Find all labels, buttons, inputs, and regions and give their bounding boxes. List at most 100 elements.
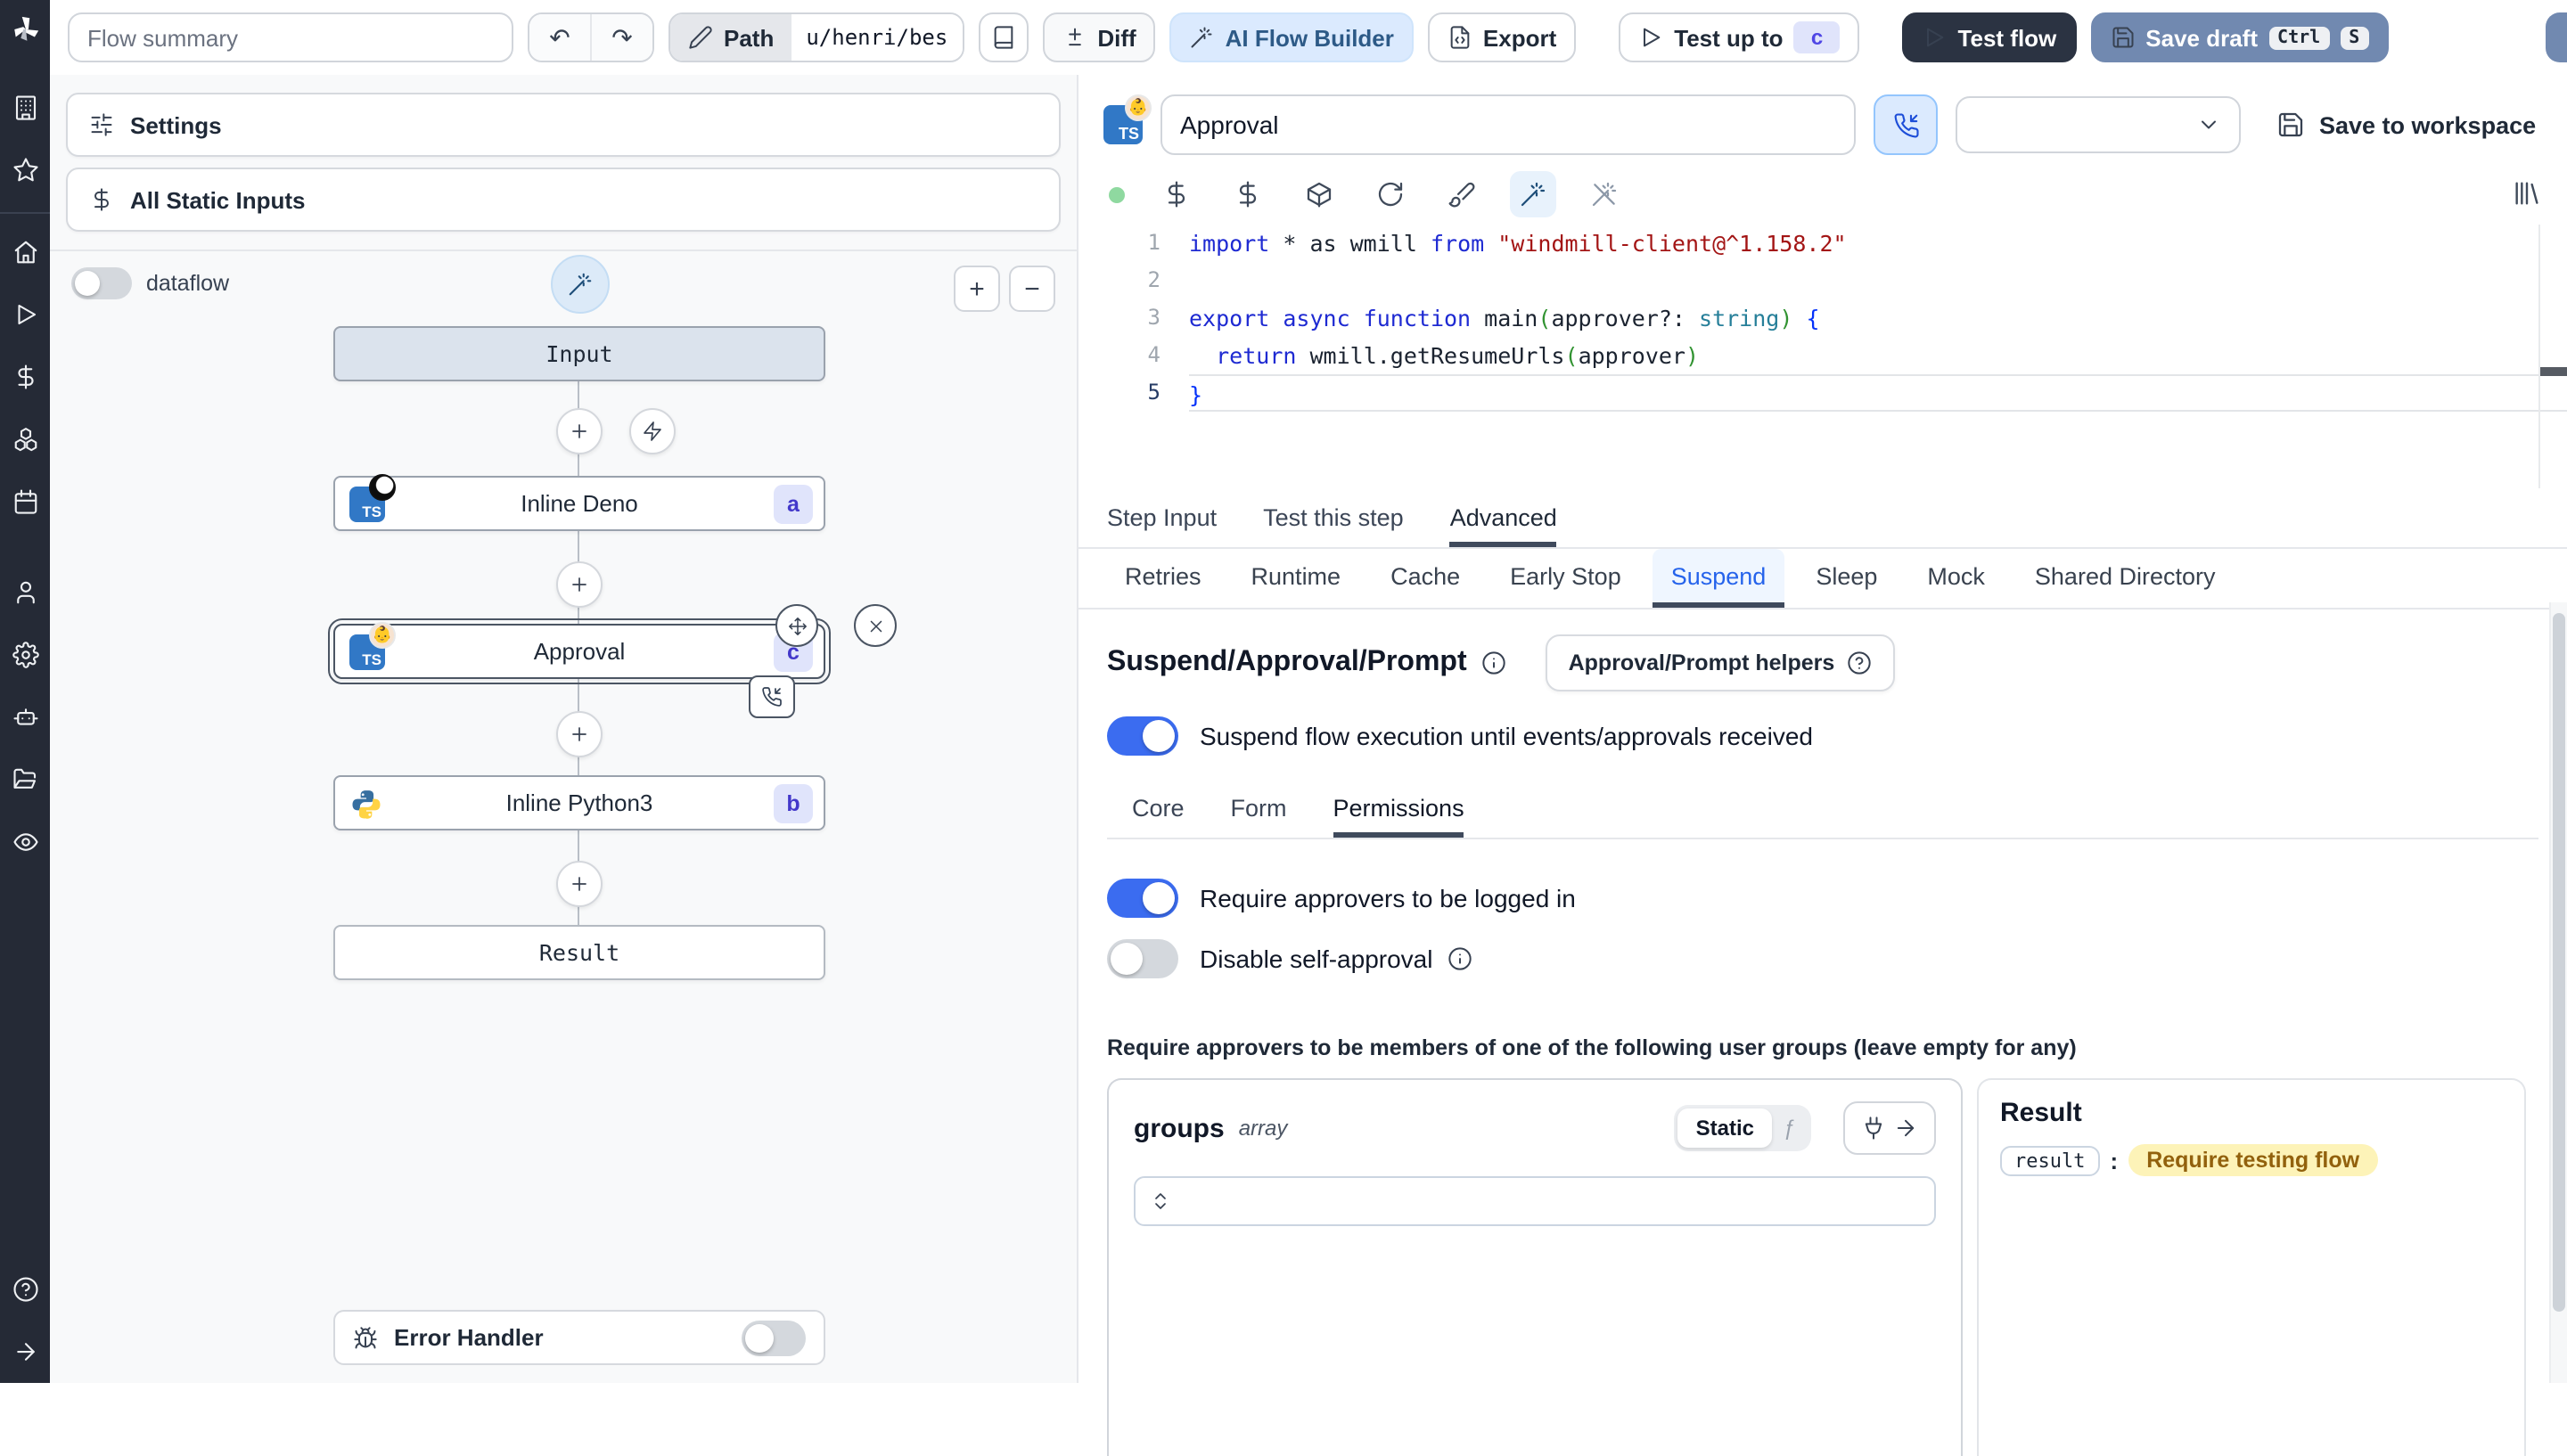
approval-phone-incoming-badge[interactable] [749, 675, 795, 718]
tab-suspend[interactable]: Suspend [1653, 549, 1784, 608]
tab-form[interactable]: Form [1231, 784, 1287, 838]
connect-input-button[interactable] [1843, 1101, 1936, 1155]
tab-core[interactable]: Core [1132, 784, 1185, 838]
undo-button[interactable]: ↶ [529, 14, 590, 61]
ai-wand-off-icon[interactable] [1590, 180, 1619, 209]
typescript-icon: TS 👶 [1103, 94, 1152, 144]
require-login-toggle[interactable] [1107, 879, 1178, 918]
zoom-out-button[interactable]: − [1009, 266, 1055, 312]
save-icon [2110, 25, 2135, 50]
result-key-pill[interactable]: result [2000, 1145, 2100, 1175]
approval-mode-phone-button[interactable] [1874, 94, 1938, 155]
users-person-icon[interactable] [12, 579, 38, 606]
static-option[interactable]: Static [1677, 1108, 1772, 1148]
redo-button[interactable]: ↷ [590, 14, 652, 61]
test-up-to-button[interactable]: Test up to c [1619, 12, 1860, 62]
windmill-logo-icon[interactable] [10, 14, 40, 45]
settings-gear-icon[interactable] [12, 642, 38, 668]
result-node[interactable]: Result [333, 925, 825, 980]
panel-scrollbar-thumb[interactable] [2553, 613, 2565, 1312]
ai-flow-builder-button[interactable]: AI Flow Builder [1169, 12, 1414, 62]
code-line[interactable]: 1 import * as wmill from "windmill-client… [1078, 225, 2567, 262]
add-step-button[interactable] [556, 561, 603, 608]
code-line[interactable]: 5} [1078, 374, 2567, 412]
add-trigger-button[interactable] [629, 408, 676, 454]
package-icon[interactable] [1305, 180, 1333, 209]
code-line[interactable]: 3 export async function main(approver?: s… [1078, 299, 2567, 337]
add-step-button[interactable] [556, 408, 603, 454]
ai-wand-button[interactable] [551, 255, 610, 314]
format-paintbrush-icon[interactable] [1448, 180, 1476, 209]
python-step-node[interactable]: Inline Python3 b [333, 775, 825, 830]
resources-cubes-icon[interactable] [12, 426, 38, 453]
add-variable-dollar-icon[interactable] [1162, 180, 1191, 209]
favorites-star-icon[interactable] [12, 157, 38, 184]
tab-test-this-step[interactable]: Test this step [1263, 492, 1404, 547]
tab-sleep[interactable]: Sleep [1798, 549, 1895, 608]
all-static-inputs-button[interactable]: All Static Inputs [66, 168, 1061, 232]
tab-advanced[interactable]: Advanced [1449, 492, 1557, 547]
test-flow-button[interactable]: Test flow [1902, 12, 2077, 62]
script-version-select[interactable] [1956, 96, 2241, 153]
info-icon[interactable] [1481, 650, 1506, 675]
tab-shared-directory[interactable]: Shared Directory [2017, 549, 2234, 608]
tab-early-stop[interactable]: Early Stop [1492, 549, 1639, 608]
suspend-toggle[interactable] [1107, 716, 1178, 756]
workers-robot-icon[interactable] [12, 704, 38, 731]
tab-permissions[interactable]: Permissions [1333, 784, 1464, 838]
runs-play-icon[interactable] [12, 301, 38, 328]
variables-dollar-icon[interactable] [12, 364, 38, 390]
error-handler-toggle[interactable] [742, 1320, 806, 1355]
code-editor[interactable]: 1 import * as wmill from "windmill-client… [1078, 225, 2567, 492]
help-icon[interactable] [12, 1276, 38, 1303]
editor-scrollbar-thumb[interactable] [2540, 367, 2567, 376]
groups-field-name: groups [1134, 1113, 1225, 1143]
workspace-building-icon[interactable] [12, 94, 38, 121]
error-handler-card[interactable]: Error Handler [333, 1310, 825, 1365]
flow-summary-input[interactable] [68, 12, 513, 62]
add-step-button[interactable] [556, 861, 603, 907]
docs-book-button[interactable] [978, 12, 1029, 62]
step-title-input[interactable] [1160, 94, 1856, 155]
info-icon[interactable] [1447, 946, 1472, 971]
tab-step-input[interactable]: Step Input [1107, 492, 1217, 547]
typescript-icon: TS [349, 474, 396, 522]
dataflow-toggle[interactable] [71, 267, 132, 299]
graph-canvas[interactable]: dataflow + − Input TS Inline Deno a TS 👶… [50, 249, 1077, 1383]
tab-mock[interactable]: Mock [1909, 549, 2003, 608]
save-draft-button[interactable]: Save draft Ctrl S [2090, 12, 2389, 62]
deploy-button-partial[interactable] [2546, 12, 2567, 62]
home-icon[interactable] [12, 239, 38, 266]
flow-settings-button[interactable]: Settings [66, 93, 1061, 157]
export-button[interactable]: Export [1427, 12, 1577, 62]
ai-assist-wand-icon[interactable] [1510, 171, 1556, 217]
code-line[interactable]: 2 [1078, 262, 2567, 299]
approval-step-node-selected[interactable]: TS 👶 Approval c [328, 618, 831, 684]
path-control[interactable]: Path u/henri/bes [668, 12, 964, 62]
tab-retries[interactable]: Retries [1107, 549, 1219, 608]
zoom-in-button[interactable]: + [954, 266, 1000, 312]
library-icon[interactable] [2512, 178, 2542, 209]
diff-button[interactable]: Diff [1042, 12, 1156, 62]
panel-scrollbar[interactable] [2549, 602, 2567, 1383]
disable-self-approval-toggle[interactable] [1107, 939, 1178, 978]
result-value-badge: Require testing flow [2128, 1144, 2378, 1176]
save-to-workspace-button[interactable]: Save to workspace [2276, 110, 2536, 139]
function-option-icon[interactable]: ƒ [1772, 1116, 1808, 1141]
add-resource-dollar-icon[interactable] [1234, 180, 1262, 209]
reload-icon[interactable] [1376, 180, 1405, 209]
folders-folder-icon[interactable] [12, 766, 38, 793]
expand-sidebar-arrow-icon[interactable] [12, 1338, 38, 1365]
add-step-button[interactable] [556, 711, 603, 757]
approval-prompt-helpers-button[interactable]: Approval/Prompt helpers [1545, 634, 1896, 691]
move-node-button[interactable] [775, 604, 818, 647]
code-line[interactable]: 4 return wmill.getResumeUrls(approver) [1078, 337, 2567, 374]
deno-step-node[interactable]: TS Inline Deno a [333, 474, 825, 531]
tab-runtime[interactable]: Runtime [1234, 549, 1359, 608]
audit-eye-icon[interactable] [12, 829, 38, 855]
tab-cache[interactable]: Cache [1373, 549, 1478, 608]
schedules-calendar-icon[interactable] [12, 488, 38, 515]
input-node[interactable]: Input [333, 326, 825, 381]
groups-array-input[interactable] [1134, 1176, 1936, 1226]
delete-node-button[interactable] [854, 604, 897, 647]
